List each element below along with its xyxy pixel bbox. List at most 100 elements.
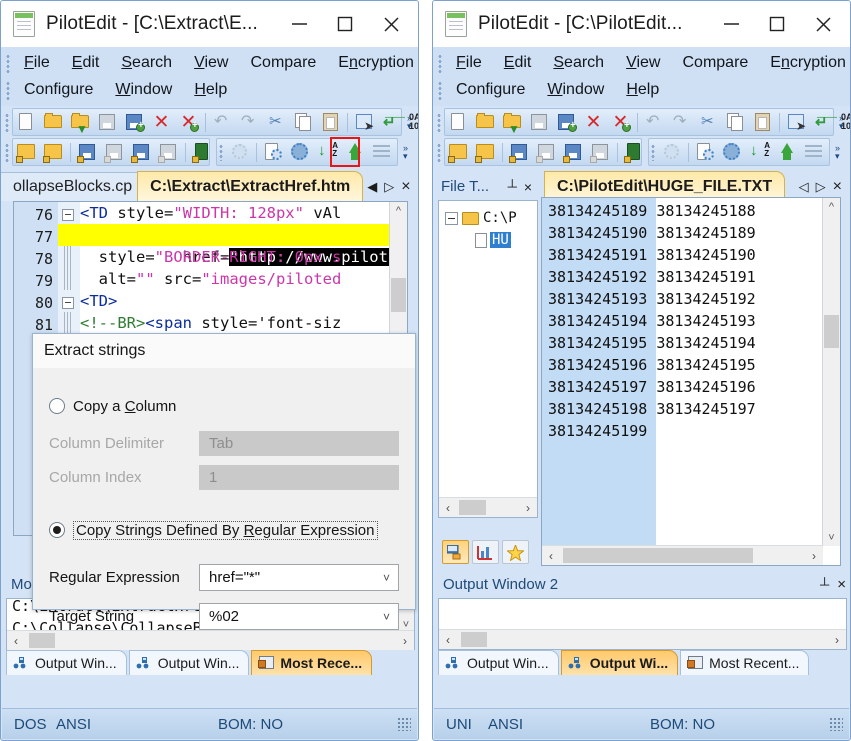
- dock-tab-output-window-2[interactable]: Output Wi...: [560, 649, 679, 675]
- save-icon[interactable]: [527, 110, 552, 134]
- close-file-icon[interactable]: ✕: [149, 110, 174, 134]
- menu-view[interactable]: View: [183, 53, 239, 73]
- word-wrap-icon[interactable]: ↵ ——: [379, 110, 405, 134]
- open-download-icon[interactable]: ▼: [68, 110, 93, 136]
- scroll-right-icon[interactable]: ›: [805, 549, 823, 563]
- copy-icon[interactable]: [291, 110, 316, 134]
- menu-grip-handle-2[interactable]: [436, 79, 445, 100]
- dock-tab-output-window-1[interactable]: Output Win...: [6, 649, 127, 675]
- file-tree-button[interactable]: [442, 539, 469, 564]
- menu-compare[interactable]: Compare: [239, 53, 327, 73]
- tab-next-icon[interactable]: ▷: [816, 179, 826, 195]
- sort-az-icon[interactable]: ↓ A Z: [747, 140, 772, 164]
- hscroll-track[interactable]: [25, 631, 396, 650]
- hscroll-track[interactable]: [457, 630, 828, 649]
- encrypt-save-icon[interactable]: [507, 140, 532, 164]
- resize-grip-icon[interactable]: [829, 717, 843, 731]
- copy-column-option-row[interactable]: Copy a Column: [49, 391, 399, 421]
- dock-tab-most-recent[interactable]: Most Rece...: [251, 649, 373, 675]
- toolbar-grip-1[interactable]: [3, 112, 12, 132]
- scroll-up-icon[interactable]: ^: [823, 198, 840, 215]
- open-file-icon[interactable]: [473, 110, 498, 134]
- most-recent-hscroll[interactable]: ‹ ›: [7, 630, 414, 650]
- menu-compare[interactable]: Compare: [671, 53, 759, 73]
- favorites-button[interactable]: [502, 539, 529, 564]
- scroll-up-icon[interactable]: ^: [390, 202, 407, 219]
- encrypt-save-icon[interactable]: [75, 140, 100, 164]
- ftp-save-icon[interactable]: [473, 140, 498, 164]
- scroll-right-icon[interactable]: ›: [396, 634, 414, 648]
- fold-toggle-icon[interactable]: [62, 209, 74, 221]
- select-area-icon[interactable]: ➤: [352, 110, 377, 134]
- hscroll-track[interactable]: [560, 546, 805, 565]
- file-settings-icon[interactable]: [261, 140, 286, 164]
- open-file-icon[interactable]: [41, 110, 66, 134]
- hex-view-icon[interactable]: 0A10: [838, 110, 850, 134]
- copy-column-radio[interactable]: [49, 398, 65, 414]
- save-as-icon[interactable]: [122, 110, 147, 134]
- tree-root-node[interactable]: C:\P: [445, 207, 537, 229]
- close-icon[interactable]: [800, 2, 846, 46]
- hscroll-thumb[interactable]: [461, 632, 487, 647]
- menu-configure[interactable]: Configure: [445, 80, 536, 100]
- minimize-icon[interactable]: [276, 2, 322, 46]
- toolbar-overflow-2b[interactable]: » ▾: [398, 139, 413, 165]
- toolbar-grip-1[interactable]: [435, 112, 444, 132]
- cut-icon[interactable]: ✂: [696, 110, 721, 134]
- maximize-icon[interactable]: [322, 2, 368, 46]
- tab-collapseblocks[interactable]: ollapseBlocks.cp: [1, 172, 146, 201]
- scroll-left-icon[interactable]: ‹: [439, 501, 457, 515]
- menu-edit[interactable]: Edit: [493, 53, 543, 73]
- resize-grip-icon[interactable]: [397, 717, 411, 731]
- tree-child-node[interactable]: HU: [445, 229, 537, 251]
- right-file-content-editor[interactable]: 38134245189 38134245188 38134245190 3813…: [541, 197, 841, 566]
- menu-view[interactable]: View: [615, 53, 671, 73]
- copy-regex-radio[interactable]: [49, 522, 65, 538]
- scroll-right-icon[interactable]: ›: [519, 501, 537, 515]
- sort-az-icon[interactable]: ↓ A Z: [315, 140, 340, 164]
- cut-icon[interactable]: ✂: [264, 110, 289, 134]
- extract-strings-button[interactable]: [342, 140, 367, 164]
- menu-file[interactable]: File: [445, 53, 493, 73]
- menu-grip-handle-2[interactable]: [4, 79, 13, 100]
- hscroll-thumb[interactable]: [563, 548, 753, 563]
- scroll-down-icon[interactable]: ˅: [823, 529, 840, 546]
- hscroll-thumb[interactable]: [29, 633, 55, 648]
- save-icon[interactable]: [95, 110, 120, 134]
- dock-tab-output-window-1[interactable]: Output Win...: [438, 649, 559, 675]
- secure-file-icon[interactable]: [190, 140, 215, 164]
- content-vertical-scrollbar[interactable]: ^ ˅: [822, 198, 840, 546]
- output-hscroll[interactable]: ‹ ›: [439, 629, 846, 649]
- menu-window[interactable]: Window: [104, 80, 183, 100]
- close-icon[interactable]: ×: [837, 576, 846, 593]
- menu-help[interactable]: Help: [615, 80, 670, 100]
- file-tree-body[interactable]: C:\P HU ‹ ›: [438, 200, 538, 518]
- secure-file-icon[interactable]: [622, 140, 647, 164]
- new-file-icon[interactable]: [14, 110, 39, 134]
- scroll-left-icon[interactable]: ‹: [7, 634, 25, 648]
- scroll-left-icon[interactable]: ‹: [439, 633, 457, 647]
- menu-edit[interactable]: Edit: [61, 53, 111, 73]
- extract-strings-button[interactable]: [774, 140, 799, 164]
- dock-tab-most-recent[interactable]: Most Recent...: [680, 649, 810, 675]
- copy-regex-option-row[interactable]: Copy Strings Defined By Regular Expressi…: [49, 515, 399, 545]
- word-wrap-icon[interactable]: ↵ ——: [811, 110, 837, 134]
- menu-file[interactable]: File: [13, 53, 61, 73]
- file-settings-icon[interactable]: [693, 140, 718, 164]
- tab-prev-icon[interactable]: ◀: [367, 179, 377, 195]
- close-icon[interactable]: [368, 2, 414, 46]
- new-file-icon[interactable]: [446, 110, 471, 134]
- pin-icon[interactable]: ┴: [820, 577, 829, 592]
- scroll-thumb[interactable]: [824, 315, 839, 348]
- menu-encryption[interactable]: Encryption: [327, 53, 418, 73]
- tab-next-icon[interactable]: ▷: [384, 179, 394, 195]
- chevron-down-icon[interactable]: ˅: [383, 571, 390, 585]
- regex-combobox[interactable]: href="*" ˅: [199, 564, 399, 591]
- dock-tab-output-window-2[interactable]: Output Win...: [128, 649, 250, 675]
- menu-grip-handle[interactable]: [4, 52, 13, 73]
- scroll-left-icon[interactable]: ‹: [542, 549, 560, 563]
- content-horizontal-scrollbar[interactable]: ‹ ›: [542, 545, 823, 565]
- tab-close-icon[interactable]: ×: [833, 178, 842, 196]
- scroll-right-icon[interactable]: ›: [828, 633, 846, 647]
- expand-collapse-icon[interactable]: [445, 211, 458, 225]
